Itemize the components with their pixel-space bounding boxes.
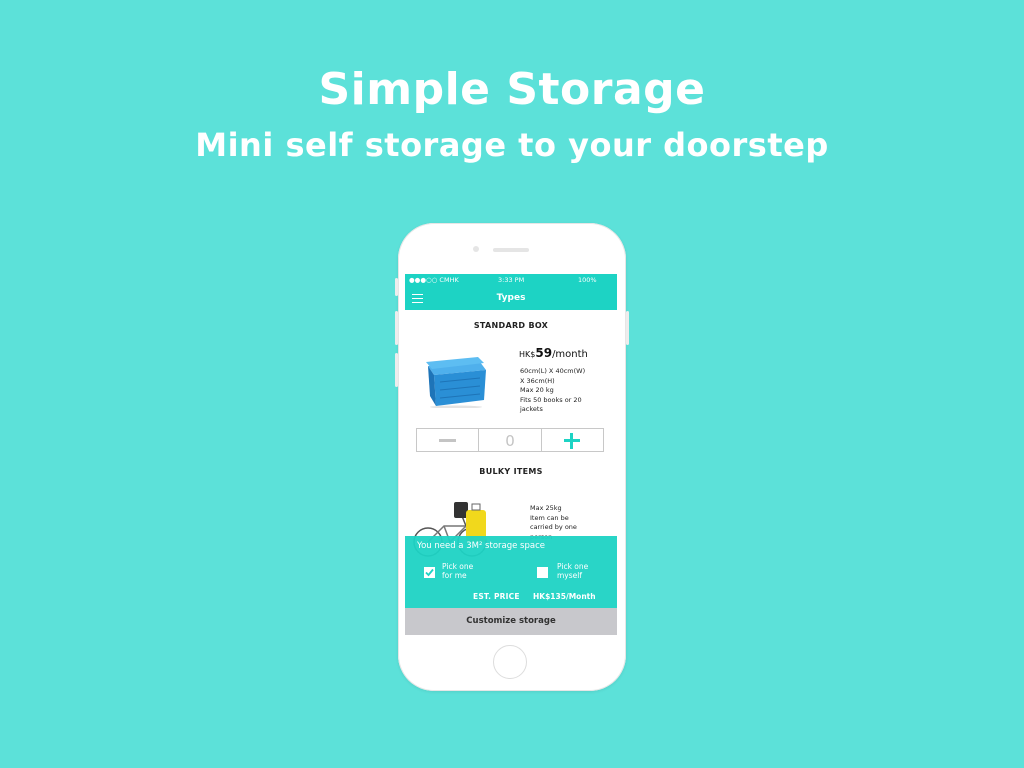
bulky-items-title: BULKY ITEMS bbox=[479, 467, 543, 476]
earpiece-speaker bbox=[493, 248, 529, 252]
decrement-button[interactable] bbox=[417, 429, 480, 451]
pick-for-me-label[interactable]: Pick one for me bbox=[442, 562, 473, 580]
quantity-stepper: 0 bbox=[416, 428, 604, 452]
spec-line: X 36cm(H) bbox=[520, 376, 555, 385]
increment-button[interactable] bbox=[542, 429, 603, 451]
spec-line: Fits 50 books or 20 bbox=[520, 395, 582, 404]
pick-myself-label[interactable]: Pick one myself bbox=[557, 562, 588, 580]
est-price-label: EST. PRICE bbox=[473, 592, 520, 601]
hero-title: Simple Storage bbox=[318, 64, 706, 115]
nav-title: Types bbox=[496, 293, 526, 303]
storage-box-image bbox=[426, 357, 486, 408]
price-period: /month bbox=[552, 349, 588, 360]
bulky-desc-line: Max 25kg bbox=[530, 504, 562, 512]
power-button bbox=[626, 311, 629, 345]
clock: 3:33 PM bbox=[498, 276, 525, 284]
quantity-value: 0 bbox=[505, 432, 515, 450]
standard-box-price: HK$59/month bbox=[519, 346, 588, 360]
volume-down-button bbox=[395, 353, 398, 387]
spec-line: Max 20 kg bbox=[520, 386, 554, 395]
hero-subtitle: Mini self storage to your doorstep bbox=[195, 126, 829, 164]
quantity-display: 0 bbox=[479, 429, 542, 451]
minus-icon bbox=[439, 439, 456, 442]
standard-box-title: STANDARD BOX bbox=[473, 321, 549, 330]
battery-level: 100% bbox=[578, 276, 597, 284]
storage-summary-panel: You need a 3M² storage space Pick one fo… bbox=[405, 536, 617, 608]
price-amount: 59 bbox=[535, 346, 553, 360]
carrier-signal: ●●●○○ CMHK bbox=[409, 276, 459, 284]
volume-up-button bbox=[395, 311, 398, 345]
front-camera bbox=[473, 246, 479, 252]
customize-storage-button[interactable]: Customize storage bbox=[405, 608, 617, 635]
est-price-value: HK$135/Month bbox=[533, 592, 596, 601]
phone-frame: ●●●○○ CMHK 3:33 PM 100% Types STANDARD B… bbox=[395, 223, 629, 691]
bulky-desc-line: carried by one bbox=[530, 523, 577, 532]
status-bar: ●●●○○ CMHK 3:33 PM 100% bbox=[405, 274, 617, 287]
app-screen: ●●●○○ CMHK 3:33 PM 100% Types STANDARD B… bbox=[405, 274, 617, 635]
price-currency: HK$ bbox=[519, 350, 536, 359]
pick-myself-checkbox[interactable] bbox=[537, 567, 548, 578]
nav-bar: Types bbox=[405, 287, 617, 310]
home-button bbox=[493, 645, 527, 679]
checkmark-icon bbox=[425, 568, 434, 577]
bulky-desc-line: Item can be bbox=[530, 513, 569, 522]
standard-box-specs: 60cm(L) X 40cm(W) X 36cm(H) Max 20 kg Fi… bbox=[520, 367, 610, 415]
spec-line: 60cm(L) X 40cm(W) bbox=[520, 367, 586, 375]
pick-for-me-checkbox[interactable] bbox=[424, 567, 435, 578]
storage-size-headline: You need a 3M² storage space bbox=[417, 541, 545, 551]
mute-switch bbox=[395, 278, 398, 296]
spec-line: jackets bbox=[520, 405, 543, 414]
